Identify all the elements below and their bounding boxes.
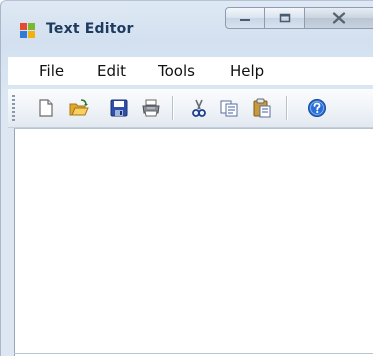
open-folder-icon[interactable] bbox=[69, 98, 89, 118]
close-button[interactable] bbox=[305, 7, 373, 29]
window-title: Text Editor bbox=[46, 21, 134, 37]
close-icon bbox=[332, 12, 346, 24]
editor-bottom-edge bbox=[14, 353, 373, 354]
text-editing-area[interactable] bbox=[14, 128, 373, 356]
toolbar-separator bbox=[286, 96, 287, 120]
menu-edit[interactable]: Edit bbox=[97, 62, 126, 80]
menu-help[interactable]: Help bbox=[230, 62, 264, 80]
toolbar-separator bbox=[172, 96, 173, 120]
menu-bar: File Edit Tools Help bbox=[8, 57, 373, 85]
save-icon[interactable] bbox=[109, 98, 129, 118]
print-icon[interactable] bbox=[141, 98, 161, 118]
maximize-button[interactable] bbox=[265, 7, 305, 29]
toolbar bbox=[8, 89, 373, 128]
toolbar-grip[interactable] bbox=[12, 95, 15, 121]
help-icon[interactable] bbox=[307, 98, 327, 118]
paste-icon[interactable] bbox=[252, 98, 272, 118]
windows-app-icon[interactable] bbox=[20, 23, 36, 39]
minimize-icon bbox=[240, 19, 250, 21]
minimize-button[interactable] bbox=[225, 7, 265, 29]
menu-tools[interactable]: Tools bbox=[158, 62, 195, 80]
new-document-icon[interactable] bbox=[36, 98, 56, 118]
text-editor-window: Text Editor File Edit Tools Help bbox=[0, 0, 373, 356]
title-bar[interactable]: Text Editor bbox=[1, 1, 373, 47]
cut-icon[interactable] bbox=[189, 98, 209, 118]
maximize-icon bbox=[279, 13, 290, 23]
menu-file[interactable]: File bbox=[39, 62, 64, 80]
copy-icon[interactable] bbox=[219, 98, 239, 118]
